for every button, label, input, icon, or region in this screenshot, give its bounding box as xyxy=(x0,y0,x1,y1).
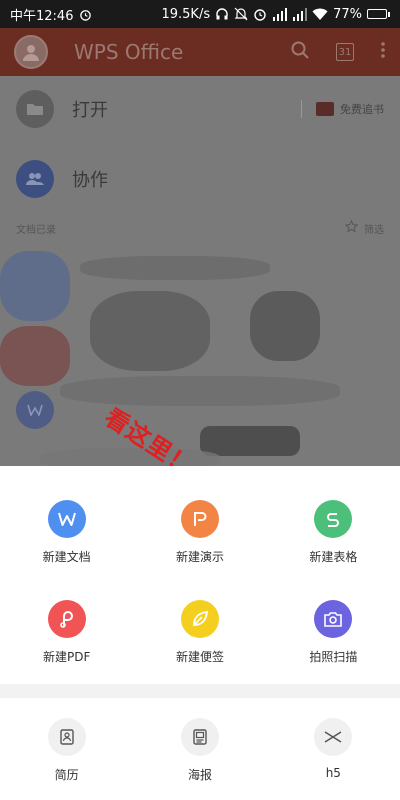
network-speed: 19.5K/s xyxy=(161,6,211,22)
new-document-button[interactable]: 新建文档 xyxy=(0,500,133,565)
alarm-clock-icon xyxy=(253,7,267,21)
app-header: WPS Office 31 xyxy=(0,28,400,76)
folder-icon xyxy=(16,90,54,128)
scribble-blue xyxy=(0,251,70,321)
poster-icon xyxy=(180,718,219,756)
people-icon xyxy=(16,160,54,198)
doc-icon xyxy=(16,391,54,429)
free-read: 免费追书 xyxy=(301,100,384,118)
create-sheet: 新建文档 新建演示 新建表格 新建PDF 新建便签 拍照扫描 简历 海报 h5 xyxy=(0,466,400,800)
resume-icon xyxy=(47,718,86,756)
new-document-label: 新建文档 xyxy=(42,550,91,564)
recent-label: 文档已录 xyxy=(16,224,56,236)
scribble-4 xyxy=(60,376,340,406)
open-row: 打开 免费追书 xyxy=(0,90,400,128)
scribble-5 xyxy=(200,426,300,456)
scribble-red xyxy=(0,326,70,386)
recent-bar: 文档已录 筛选 xyxy=(0,216,400,240)
search-icon[interactable] xyxy=(290,40,310,64)
template-row: 简历 海报 h5 xyxy=(0,718,400,783)
p-letter-icon xyxy=(180,500,219,538)
h5-button[interactable]: h5 xyxy=(267,718,400,783)
create-row-1: 新建文档 新建演示 新建表格 xyxy=(0,500,400,565)
photo-scan-label: 拍照扫描 xyxy=(309,650,358,664)
free-read-label: 免费追书 xyxy=(340,103,384,116)
w-letter-icon xyxy=(47,500,86,538)
scribble-1 xyxy=(80,256,270,280)
battery-icon xyxy=(367,9,390,19)
collab-label: 协作 xyxy=(72,170,108,191)
scribble-3 xyxy=(250,291,320,361)
poster-button[interactable]: 海报 xyxy=(133,718,266,783)
status-time: 中午12:46 xyxy=(10,8,74,24)
h5-icon xyxy=(314,718,353,756)
new-note-label: 新建便签 xyxy=(175,650,224,664)
create-row-2: 新建PDF 新建便签 拍照扫描 xyxy=(0,600,400,665)
resume-button[interactable]: 简历 xyxy=(0,718,133,783)
pdf-icon xyxy=(47,600,86,638)
poster-label: 海报 xyxy=(187,768,212,782)
s-letter-icon xyxy=(314,500,353,538)
h5-label: h5 xyxy=(325,766,341,780)
calendar-icon[interactable]: 31 xyxy=(336,43,354,61)
scribble-2 xyxy=(90,291,210,371)
new-note-button[interactable]: 新建便签 xyxy=(133,600,266,665)
new-pdf-button[interactable]: 新建PDF xyxy=(0,600,133,665)
alarm-icon xyxy=(79,8,92,21)
collab-row: 协作 xyxy=(0,160,400,198)
open-label: 打开 xyxy=(72,100,108,121)
leaf-icon xyxy=(180,600,219,638)
mute-icon xyxy=(234,7,248,21)
resume-label: 简历 xyxy=(54,768,79,782)
more-vertical-icon[interactable] xyxy=(380,41,386,63)
new-pdf-label: 新建PDF xyxy=(42,650,91,664)
book-icon xyxy=(316,102,334,116)
new-spreadsheet-button[interactable]: 新建表格 xyxy=(267,500,400,565)
hd-signal-icon xyxy=(272,7,288,21)
headphone-icon xyxy=(215,7,229,21)
signal-icon xyxy=(293,7,308,21)
status-bar: 中午12:46 19.5K/s 77% xyxy=(0,0,400,28)
new-spreadsheet-label: 新建表格 xyxy=(309,550,358,564)
wifi-icon xyxy=(312,8,328,21)
new-presentation-label: 新建演示 xyxy=(175,550,224,564)
app-title: WPS Office xyxy=(74,40,184,64)
avatar[interactable] xyxy=(14,35,48,69)
camera-icon xyxy=(314,600,353,638)
filter-label: 筛选 xyxy=(364,224,384,236)
photo-scan-button[interactable]: 拍照扫描 xyxy=(267,600,400,665)
battery-percent: 77% xyxy=(333,6,362,22)
section-divider xyxy=(0,684,400,698)
star-icon xyxy=(344,219,359,236)
dimmed-background[interactable]: 打开 免费追书 协作 文档已录 筛选 xyxy=(0,76,400,466)
new-presentation-button[interactable]: 新建演示 xyxy=(133,500,266,565)
